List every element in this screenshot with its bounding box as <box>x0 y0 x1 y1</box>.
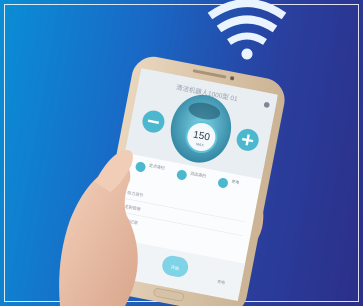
hand <box>59 164 138 306</box>
promo-scene: 清洁机器人1000型 01 150 MAX 定点清扫 沿边清扫 充电 吸力调节 … <box>0 0 363 306</box>
phone-illustration: 清洁机器人1000型 01 150 MAX 定点清扫 沿边清扫 充电 吸力调节 … <box>59 56 285 306</box>
